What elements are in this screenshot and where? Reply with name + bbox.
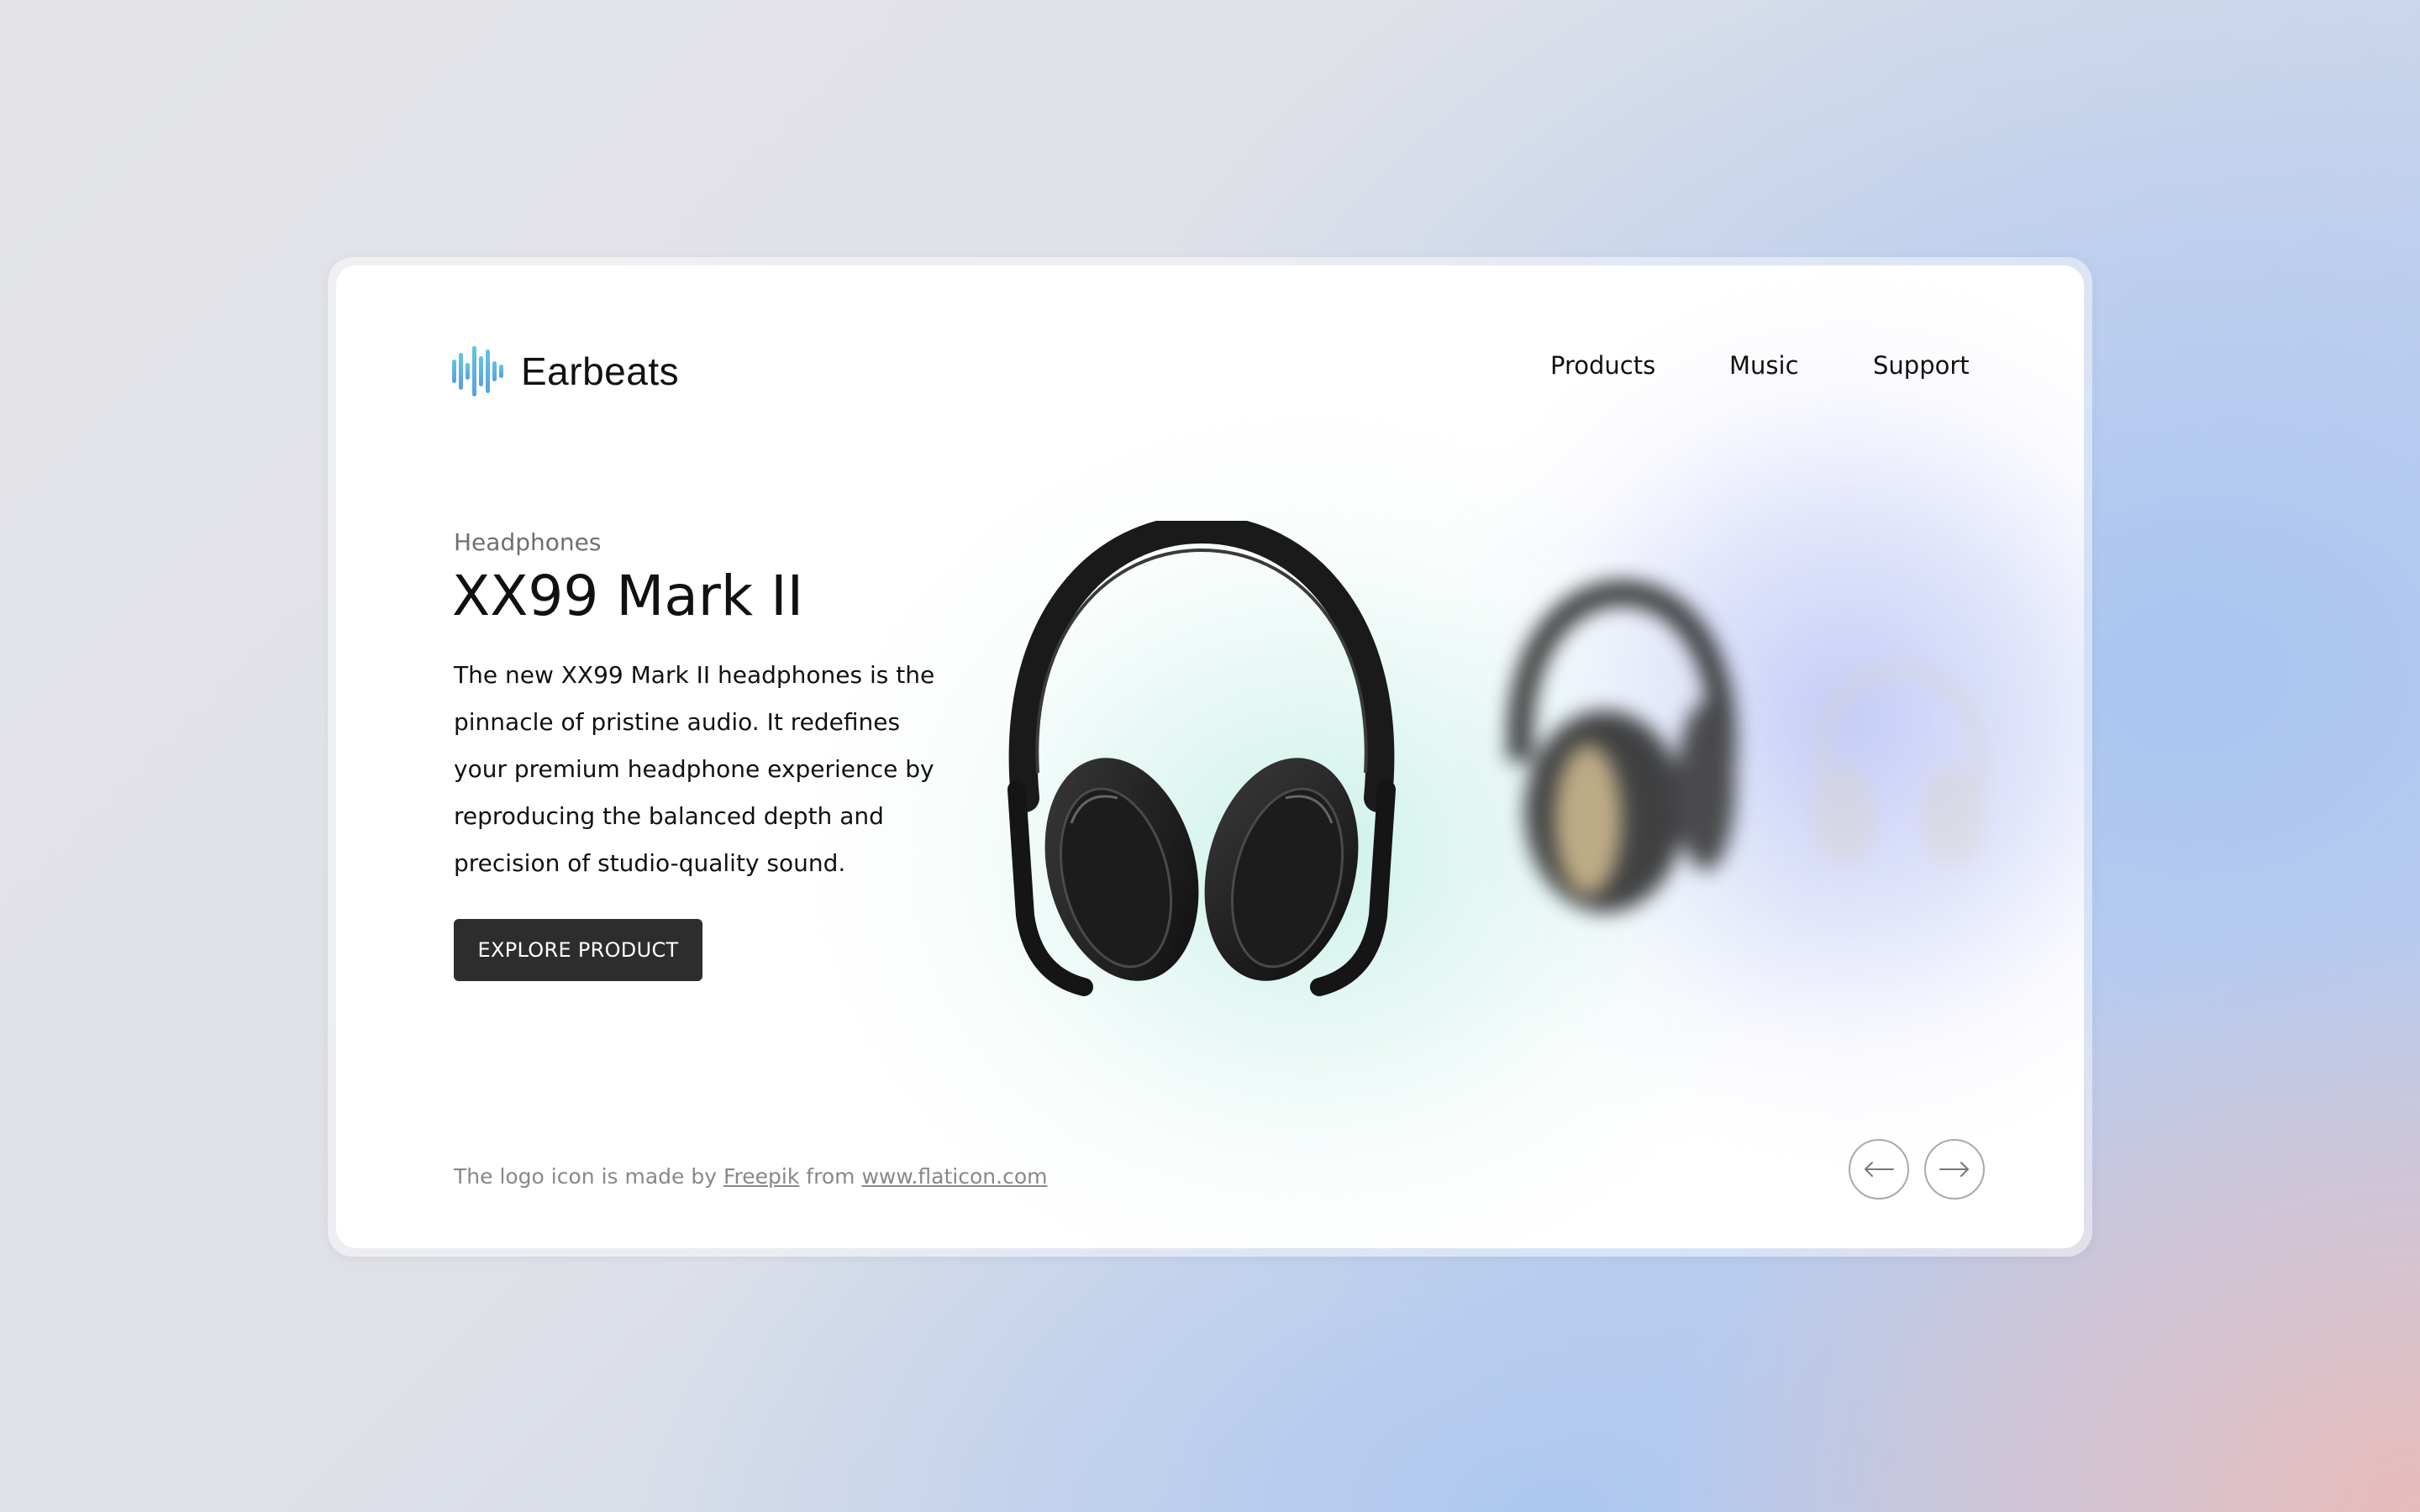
- credit-middle: from: [806, 1164, 855, 1189]
- nav-item-products[interactable]: Products: [1550, 351, 1655, 380]
- product-description: The new XX99 Mark II headphones is the p…: [454, 661, 935, 877]
- arrow-left-icon: [1865, 1162, 1894, 1177]
- nav-item-support[interactable]: Support: [1873, 351, 1970, 380]
- product-title: XX99 Mark II: [452, 564, 804, 628]
- product-image-headphones-black[interactable]: [992, 521, 1412, 1000]
- credit-prefix: The logo icon is made by: [454, 1164, 718, 1189]
- product-category: Headphones: [454, 528, 602, 556]
- credit-site-link[interactable]: www.flaticon.com: [861, 1164, 1047, 1189]
- carousel-prev-button[interactable]: [1849, 1139, 1909, 1200]
- soundwave-icon: [452, 346, 504, 396]
- hero-card: Earbeats Products Music Support Headphon…: [336, 265, 2084, 1248]
- logo-credit: The logo icon is made by Freepik from ww…: [454, 1164, 1047, 1189]
- arrow-right-icon: [1939, 1162, 1969, 1177]
- nav-item-music[interactable]: Music: [1729, 351, 1799, 380]
- brand-logo[interactable]: Earbeats: [452, 346, 679, 396]
- credit-author-link[interactable]: Freepik: [723, 1164, 799, 1189]
- carousel-next-button[interactable]: [1924, 1139, 1985, 1200]
- product-image-headphones-white[interactable]: [1802, 660, 1996, 879]
- product-image-headphones-black-gold[interactable]: [1496, 576, 1748, 929]
- explore-product-button[interactable]: EXPLORE PRODUCT: [454, 919, 702, 981]
- brand-name: Earbeats: [521, 349, 680, 393]
